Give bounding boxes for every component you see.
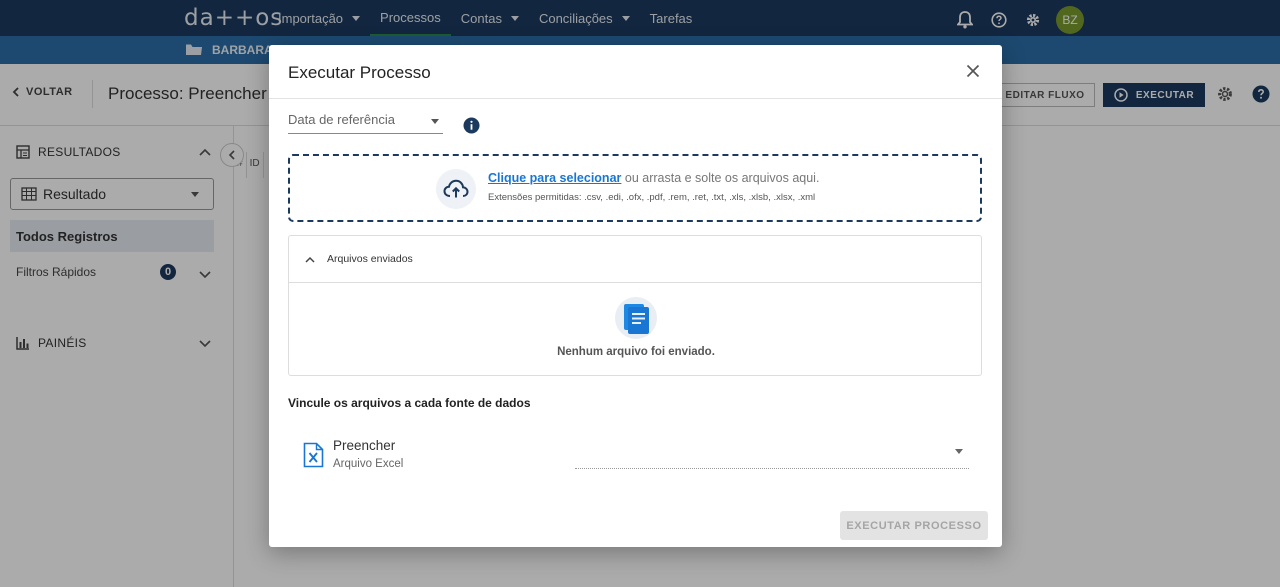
chevron-up-icon [305, 256, 315, 263]
dropdown-arrow-icon [955, 449, 963, 454]
empty-files-state: Nenhum arquivo foi enviado. [289, 296, 983, 358]
uploaded-files-title: Arquivos enviados [327, 253, 413, 265]
file-dropzone[interactable]: Clique para selecionar ou arrasta e solt… [288, 154, 982, 222]
execute-process-button[interactable]: EXECUTAR PROCESSO [840, 511, 988, 540]
data-source-name: Preencher [333, 438, 396, 453]
data-source-type: Arquivo Excel [333, 458, 404, 470]
excel-file-icon [303, 442, 324, 468]
dialog-title: Executar Processo [288, 63, 431, 82]
link-files-title: Vincule os arquivos a cada fonte de dado… [288, 396, 531, 410]
execute-process-dialog: Executar Processo Data de referência Cli… [269, 45, 1002, 547]
allowed-extensions: Extensões permitidas: .csv, .edi, .ofx, … [488, 192, 816, 203]
info-icon[interactable] [463, 117, 480, 134]
cloud-upload-icon [436, 169, 476, 209]
close-icon[interactable] [966, 64, 980, 78]
data-source-file-select[interactable] [575, 442, 969, 469]
uploaded-files-header[interactable]: Arquivos enviados [289, 236, 981, 283]
uploaded-files-panel: Arquivos enviados Nenhum arquivo foi env… [288, 235, 982, 376]
dropdown-arrow-icon [431, 119, 439, 124]
dropzone-instructions: Clique para selecionar ou arrasta e solt… [488, 171, 819, 185]
reference-date-label: Data de referência [288, 112, 395, 127]
dialog-header: Executar Processo [269, 45, 1002, 99]
dropzone-text: ou arrasta e solte os arquivos aqui. [621, 171, 820, 185]
empty-files-text: Nenhum arquivo foi enviado. [557, 346, 715, 358]
select-files-link[interactable]: Clique para selecionar [488, 171, 621, 185]
document-icon [615, 297, 657, 339]
reference-date-select[interactable]: Data de referência [288, 112, 443, 134]
